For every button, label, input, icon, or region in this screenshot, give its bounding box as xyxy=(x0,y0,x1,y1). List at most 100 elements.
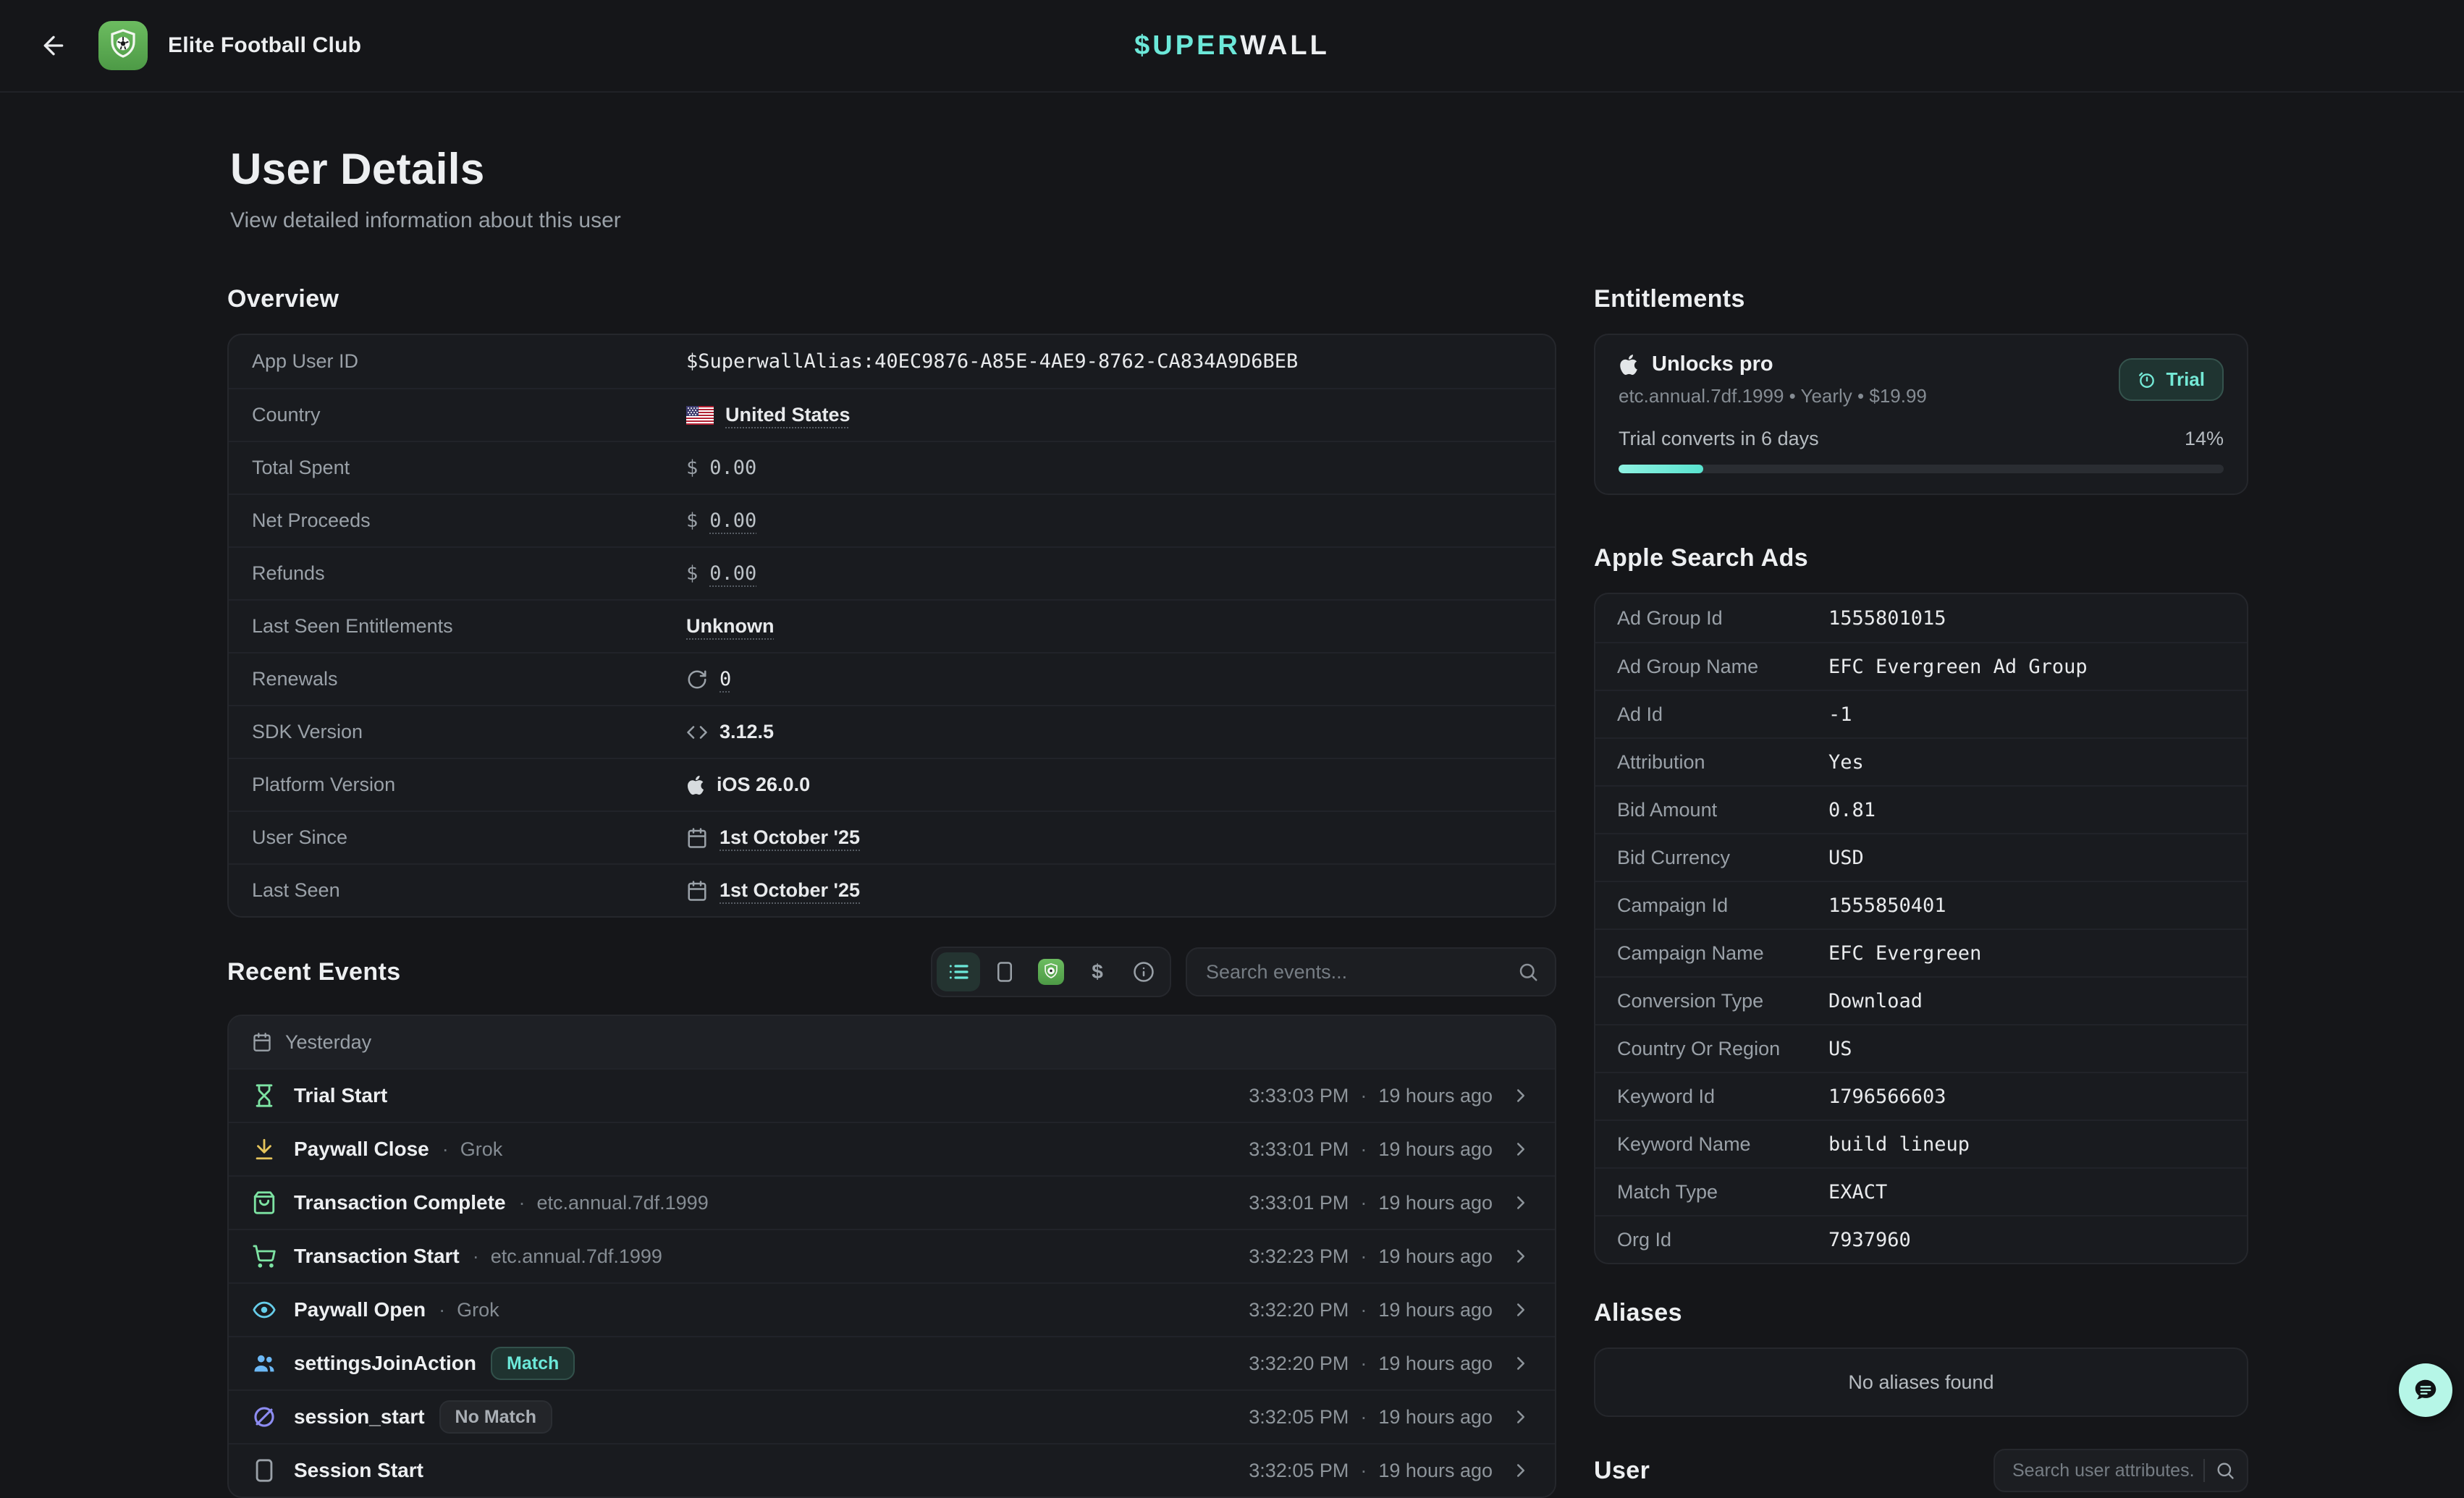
events-info-button[interactable] xyxy=(1122,952,1165,991)
table-row: Match TypeEXACT xyxy=(1595,1167,2247,1215)
logo-accent-text: $UPER xyxy=(1134,30,1240,61)
hourglass-icon xyxy=(252,1083,277,1108)
events-group-header: Yesterday xyxy=(229,1016,1555,1068)
eye-icon xyxy=(252,1298,277,1322)
table-row: Ad Group NameEFC Evergreen Ad Group xyxy=(1595,642,2247,690)
table-row: Campaign NameEFC Evergreen xyxy=(1595,928,2247,976)
event-row-trial-start[interactable]: Trial Start 3:33:03 PM·19 hours ago xyxy=(229,1068,1555,1122)
chat-bubble-icon xyxy=(2412,1376,2439,1404)
overview-table: App User ID $SuperwallAlias:40EC9876-A85… xyxy=(227,334,1556,918)
event-row-settings-join-action[interactable]: settingsJoinAction Match 3:32:20 PM·19 h… xyxy=(229,1336,1555,1389)
filter-device-events-button[interactable] xyxy=(983,952,1026,991)
platform-version-value: iOS 26.0.0 xyxy=(717,774,810,796)
table-row-renewals: Renewals 0 xyxy=(229,652,1555,705)
page-title: User Details xyxy=(230,145,1556,194)
table-row-refunds: Refunds $0.00 xyxy=(229,546,1555,599)
last-seen-entitlements-value: Unknown xyxy=(686,615,775,638)
event-row-paywall-close[interactable]: Paywall Close ·Grok 3:33:01 PM·19 hours … xyxy=(229,1122,1555,1175)
chat-support-button[interactable] xyxy=(2399,1363,2452,1417)
table-row: Ad Group Id1555801015 xyxy=(1595,594,2247,642)
sdk-version-value: 3.12.5 xyxy=(720,721,774,743)
search-icon xyxy=(1517,961,1539,983)
user-title: User xyxy=(1594,1457,1650,1485)
entitlement-name: Unlocks pro xyxy=(1652,352,1773,376)
events-list: Yesterday Trial Start 3:33:03 PM·19 hour… xyxy=(227,1015,1556,1498)
apple-search-ads-table: Ad Group Id1555801015 Ad Group NameEFC E… xyxy=(1594,593,2248,1264)
app-icon xyxy=(98,21,148,70)
recent-events-header: Recent Events $ xyxy=(227,947,1556,997)
apple-search-ads-title: Apple Search Ads xyxy=(1594,544,2248,572)
last-seen-value: 1st October '25 xyxy=(720,879,860,902)
table-row: Bid Amount0.81 xyxy=(1595,785,2247,833)
back-button[interactable] xyxy=(32,24,75,67)
event-row-transaction-complete[interactable]: Transaction Complete ·etc.annual.7df.199… xyxy=(229,1175,1555,1229)
chevron-right-icon xyxy=(1510,1299,1532,1321)
table-row-sdk-version: SDK Version 3.12.5 xyxy=(229,705,1555,758)
net-proceeds-value: 0.00 xyxy=(709,509,756,532)
country-value: United States xyxy=(725,404,851,426)
smartphone-icon xyxy=(252,1458,277,1483)
apple-icon xyxy=(1619,353,1639,376)
event-row-paywall-open[interactable]: Paywall Open ·Grok 3:32:20 PM·19 hours a… xyxy=(229,1282,1555,1336)
event-row-session-start-event[interactable]: session_start No Match 3:32:05 PM·19 hou… xyxy=(229,1389,1555,1443)
right-column: Entitlements Unlocks pro etc.annual.7df.… xyxy=(1594,93,2248,1492)
chevron-right-icon xyxy=(1510,1245,1532,1267)
table-row-app-user-id: App User ID $SuperwallAlias:40EC9876-A85… xyxy=(229,335,1555,388)
trial-converts-text: Trial converts in 6 days xyxy=(1619,428,1819,450)
table-row-country: Country United States xyxy=(229,388,1555,441)
chevron-right-icon xyxy=(1510,1460,1532,1481)
table-row-user-since: User Since 1st October '25 xyxy=(229,811,1555,863)
list-icon xyxy=(947,960,970,983)
chevron-right-icon xyxy=(1510,1353,1532,1374)
app-name: Elite Football Club xyxy=(168,33,361,58)
table-row: Org Id7937960 xyxy=(1595,1215,2247,1263)
table-row-total-spent: Total Spent $0.00 xyxy=(229,441,1555,494)
filter-all-events-button[interactable] xyxy=(937,952,980,991)
trial-status-badge: Trial xyxy=(2119,358,2224,401)
app-icon xyxy=(1038,959,1064,985)
calendar-icon xyxy=(252,1032,272,1052)
total-spent-value: 0.00 xyxy=(709,457,756,479)
table-row: Ad Id-1 xyxy=(1595,690,2247,737)
events-filter-toolbar: $ xyxy=(931,947,1171,997)
events-search xyxy=(1186,947,1556,996)
event-row-session-start[interactable]: Session Start 3:32:05 PM·19 hours ago xyxy=(229,1443,1555,1497)
table-row: Keyword Namebuild lineup xyxy=(1595,1120,2247,1167)
events-search-input[interactable] xyxy=(1203,960,1517,985)
table-row-net-proceeds: Net Proceeds $0.00 xyxy=(229,494,1555,546)
dollar-icon: $ xyxy=(1092,960,1103,983)
event-row-transaction-start[interactable]: Transaction Start ·etc.annual.7df.1999 3… xyxy=(229,1229,1555,1282)
trial-progress-bar xyxy=(1619,465,2224,473)
table-row: Bid CurrencyUSD xyxy=(1595,833,2247,881)
chevron-right-icon xyxy=(1510,1192,1532,1214)
table-row-last-seen: Last Seen 1st October '25 xyxy=(229,863,1555,916)
dollar-icon: $ xyxy=(686,457,698,479)
table-row-last-seen-entitlements: Last Seen Entitlements Unknown xyxy=(229,599,1555,652)
apple-icon xyxy=(686,774,705,796)
overview-title: Overview xyxy=(227,285,1556,313)
trial-progress-fill xyxy=(1619,465,1703,473)
code-icon xyxy=(686,722,708,743)
user-attributes-search-input[interactable] xyxy=(2009,1459,2198,1483)
main-content: User Details View detailed information a… xyxy=(0,93,2464,1498)
shopping-cart-icon xyxy=(252,1244,277,1269)
entitlement-card: Unlocks pro etc.annual.7df.1999 • Yearly… xyxy=(1594,334,2248,495)
filter-app-events-button[interactable] xyxy=(1029,952,1073,991)
user-attributes-search xyxy=(1993,1449,2248,1492)
timer-icon xyxy=(2138,371,2156,389)
entitlements-title: Entitlements xyxy=(1594,285,2248,313)
refunds-value: 0.00 xyxy=(709,562,756,585)
chevron-right-icon xyxy=(1510,1085,1532,1106)
app-user-id-value: $SuperwallAlias:40EC9876-A85E-4AE9-8762-… xyxy=(686,350,1298,373)
page-subtitle: View detailed information about this use… xyxy=(230,208,1556,233)
arrow-left-icon xyxy=(39,31,68,60)
renewals-value: 0 xyxy=(720,668,731,690)
filter-revenue-events-button[interactable]: $ xyxy=(1076,952,1119,991)
events-group-label: Yesterday xyxy=(285,1031,371,1054)
smartphone-icon xyxy=(994,961,1016,983)
circle-slash-icon xyxy=(252,1405,277,1429)
calendar-icon xyxy=(686,880,708,902)
top-bar: Elite Football Club $UPERWALL xyxy=(0,0,2464,93)
user-section-header: User xyxy=(1594,1449,2248,1492)
us-flag-icon xyxy=(686,406,714,425)
